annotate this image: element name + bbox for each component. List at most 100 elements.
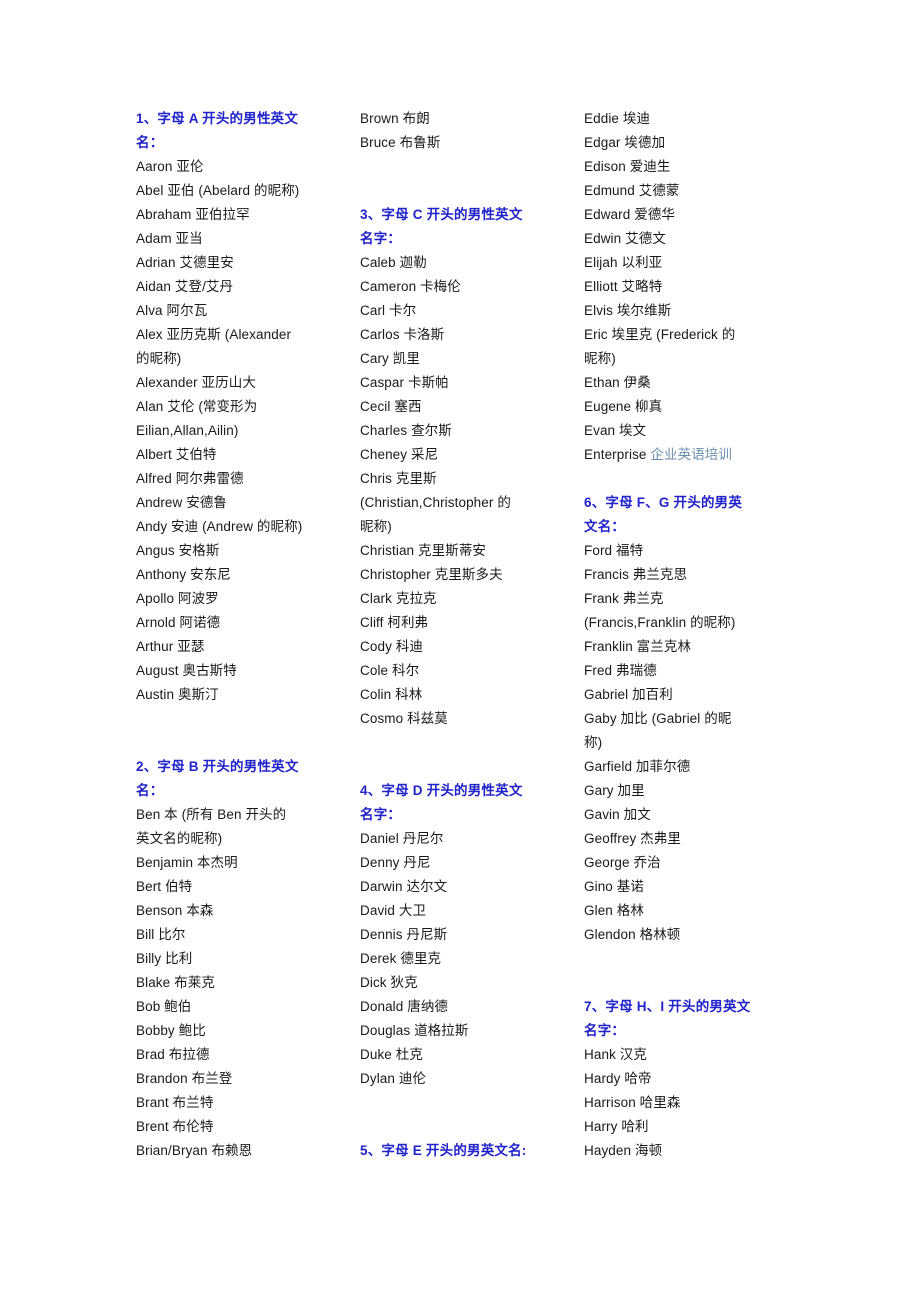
section-heading: 名： [136,135,164,150]
name-entry: Aaron 亚伦 [136,159,204,174]
name-entry: Alan 艾伦 (常变形为 [136,399,258,414]
name-entry: Dylan 迪伦 [360,1071,427,1086]
name-entry: Ford 福特 [584,543,644,558]
name-entry: Andrew 安德鲁 [136,495,228,510]
name-entry: Abraham 亚伯拉罕 [136,207,250,222]
name-entry: Angus 安格斯 [136,543,220,558]
name-entry: Bert 伯特 [136,879,193,894]
name-entry: Elliott 艾略特 [584,279,663,294]
name-entry: Eilian,Allan,Ailin) [136,423,239,438]
document-page: 1、字母 A 开头的男性英文 名： Aaron 亚伦 Abel 亚伯 (Abelard… [0,0,920,1302]
name-entry: Cecil 塞西 [360,399,422,414]
name-entry: Donald 唐纳德 [360,999,449,1014]
name-entry: Christopher 克里斯多夫 [360,567,503,582]
section-heading: 名字： [360,807,402,822]
name-entry: George 乔治 [584,855,661,870]
name-entry: Garfield 加菲尔德 [584,759,691,774]
name-entry: 的昵称) [136,351,182,366]
name-entry: Adam 亚当 [136,231,203,246]
name-list-columns: 1、字母 A 开头的男性英文 名： Aaron 亚伦 Abel 亚伯 (Abelard… [136,107,816,1163]
name-entry: Bruce 布鲁斯 [360,135,441,150]
entry-plain-text: Enterprise [584,447,651,462]
name-entry: Hank 汉克 [584,1047,647,1062]
name-entry: Dennis 丹尼斯 [360,927,448,942]
name-entry: Harry 哈利 [584,1119,649,1134]
name-entry: Franklin 富兰克林 [584,639,692,654]
name-entry: Arnold 阿诺德 [136,615,221,630]
section-heading: 名字： [584,1023,626,1038]
name-entry: Carlos 卡洛斯 [360,327,445,342]
section-heading: 7、字母 H、I 开头的男英文 [584,999,751,1014]
name-entry: Arthur 亚瑟 [136,639,205,654]
name-entry: Glendon 格林顿 [584,927,681,942]
name-entry: Douglas 道格拉斯 [360,1023,469,1038]
name-entry: Elvis 埃尔维斯 [584,303,672,318]
name-entry: Charles 查尔斯 [360,423,452,438]
name-entry: Cosmo 科兹莫 [360,711,448,726]
name-entry: Gaby 加比 (Gabriel 的昵 [584,711,732,726]
name-entry: Alva 阿尔瓦 [136,303,208,318]
name-entry: Bob 鲍伯 [136,999,192,1014]
name-entry: Edison 爱迪生 [584,159,671,174]
name-entry: Cole 科尔 [360,663,420,678]
name-entry: Brent 布伦特 [136,1119,214,1134]
name-entry: Aidan 艾登/艾丹 [136,279,234,294]
name-entry: Billy 比利 [136,951,193,966]
name-entry: Carl 卡尔 [360,303,417,318]
name-entry: Hardy 哈帝 [584,1071,652,1086]
name-entry: Gino 基诺 [584,879,644,894]
enterprise-training-link[interactable]: 企业英语培训 [650,447,732,462]
section-heading: 名字： [360,231,402,246]
name-entry: Benjamin 本杰明 [136,855,238,870]
name-entry: Caspar 卡斯帕 [360,375,449,390]
name-entry: Ben 本 (所有 Ben 开头的 [136,807,287,822]
name-entry: Alexander 亚历山大 [136,375,256,390]
name-entry: Daniel 丹尼尔 [360,831,444,846]
name-entry: Harrison 哈里森 [584,1095,681,1110]
section-heading: 2、字母 B 开头的男性英文 [136,759,299,774]
name-entry: Austin 奥斯汀 [136,687,219,702]
name-entry: Eddie 埃迪 [584,111,651,126]
name-entry: Apollo 阿波罗 [136,591,219,606]
name-entry: Christian 克里斯蒂安 [360,543,487,558]
name-entry: Denny 丹尼 [360,855,431,870]
name-entry: Caleb 迦勒 [360,255,427,270]
name-entry: Gary 加里 [584,783,645,798]
name-entry: 称) [584,735,603,750]
section-heading: 名： [136,783,164,798]
name-entry: Colin 科林 [360,687,423,702]
name-entry: (Francis,Franklin 的昵称) [584,615,736,630]
name-entry: Edgar 埃德加 [584,135,666,150]
name-entry: Brant 布兰特 [136,1095,214,1110]
name-entry: Eugene 柳真 [584,399,663,414]
section-heading: 文名： [584,519,626,534]
name-entry: Alex 亚历克斯 (Alexander [136,327,292,342]
name-entry: Andy 安迪 (Andrew 的昵称) [136,519,303,534]
name-entry: Benson 本森 [136,903,214,918]
name-entry: Blake 布莱克 [136,975,215,990]
name-entry: Abel 亚伯 (Abelard 的昵称) [136,183,300,198]
column-2: Brown 布朗 Bruce 布鲁斯 3、字母 C 开头的男性英文 名字： Caleb … [360,107,584,1163]
name-entry: Glen 格林 [584,903,644,918]
name-entry: Edmund 艾德蒙 [584,183,680,198]
name-entry: David 大卫 [360,903,427,918]
name-entry: August 奥古斯特 [136,663,237,678]
name-entry: Fred 弗瑞德 [584,663,657,678]
name-entry: Frank 弗兰克 [584,591,664,606]
name-entry: Chris 克里斯 [360,471,437,486]
section-heading: 5、字母 E 开头的男英文名: [360,1143,527,1158]
name-entry: Alfred 阿尔弗雷德 [136,471,244,486]
name-entry: Elijah 以利亚 [584,255,663,270]
name-entry: Albert 艾伯特 [136,447,217,462]
name-entry: Eric 埃里克 (Frederick 的 [584,327,736,342]
name-entry: Adrian 艾德里安 [136,255,234,270]
name-entry: Darwin 达尔文 [360,879,448,894]
column-1: 1、字母 A 开头的男性英文 名： Aaron 亚伦 Abel 亚伯 (Abelard… [136,107,360,1163]
name-entry: 昵称) [584,351,616,366]
name-entry-link[interactable]: Enterprise 企业英语培训 [584,443,796,467]
section-heading: 1、字母 A 开头的男性英文 [136,111,299,126]
